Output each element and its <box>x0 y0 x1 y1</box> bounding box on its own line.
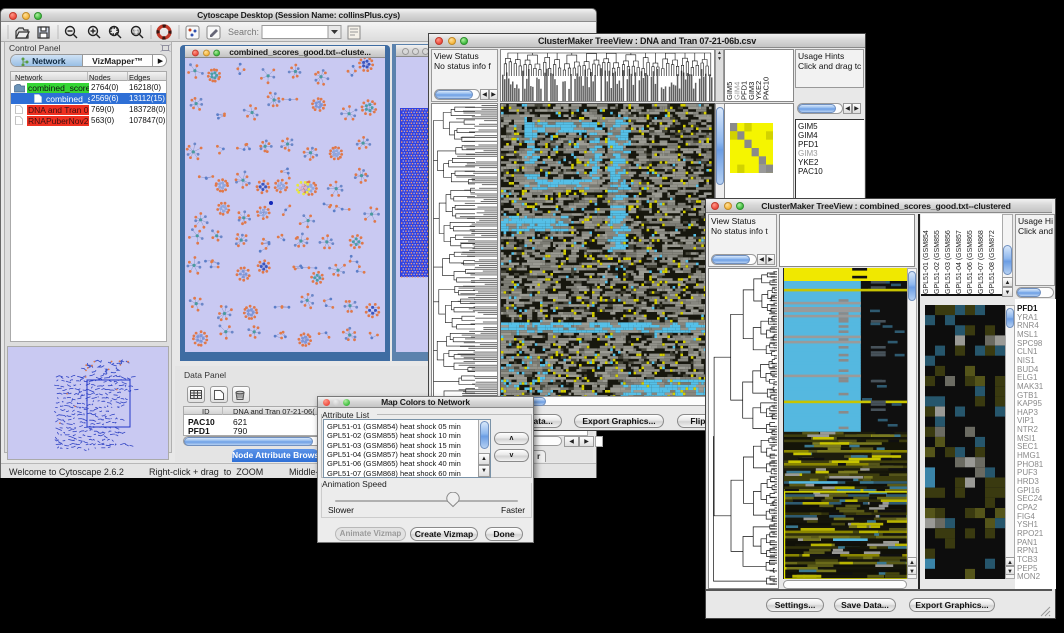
svg-text:PAC10: PAC10 <box>762 77 771 100</box>
svg-text:1:1: 1:1 <box>133 30 140 36</box>
svg-text:Search:: Search: <box>228 27 259 37</box>
